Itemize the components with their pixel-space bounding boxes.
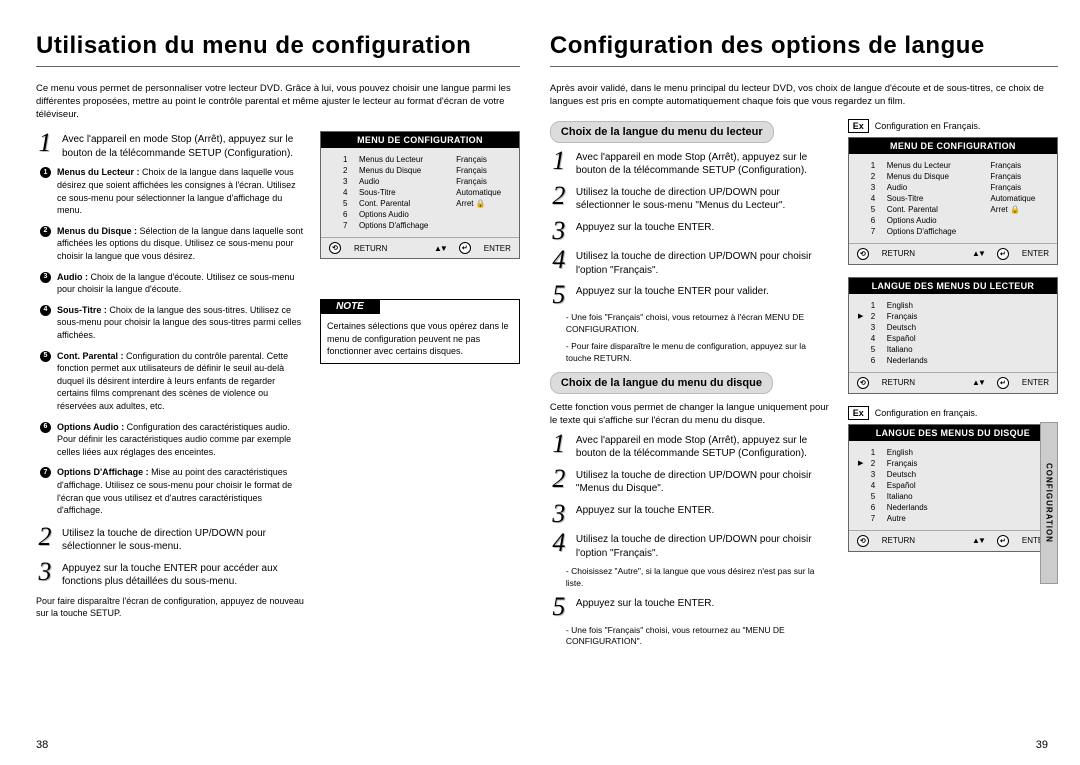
example-label-2: ExConfiguration en français. [848, 406, 1058, 420]
bullet-icon: 7 [40, 467, 51, 478]
selection-marker-icon: ▶ [857, 312, 865, 320]
osd-row: 2Menus du DisqueFrançais [857, 171, 1049, 182]
bullet-icon: 4 [40, 305, 51, 316]
step-number: 3 [36, 560, 54, 589]
selection-marker-icon: ▶ [857, 459, 865, 467]
osd-row: 6Options Audio [857, 215, 1049, 226]
osd-row: 3AudioFrançais [329, 176, 511, 187]
bullet-icon: 5 [40, 351, 51, 362]
right-box-col: ExConfiguration en Français. MENU DE CON… [848, 119, 1058, 654]
osd-row: 3AudioFrançais [857, 182, 1049, 193]
rule [550, 66, 1058, 67]
right-intro: Après avoir validé, dans le menu princip… [550, 83, 1058, 109]
enter-icon: ↵ [997, 535, 1009, 547]
left-footnote: Pour faire disparaître l'écran de config… [36, 595, 306, 619]
step-text: Utilisez la touche de direction UP/DOWN … [62, 525, 306, 554]
osd-config-menu-r: MENU DE CONFIGURATION 1Menus du LecteurF… [848, 137, 1058, 265]
osd-row: 4Español [857, 333, 1049, 344]
right-body: Choix de la langue du menu du lecteur 1A… [550, 119, 1058, 654]
osd-row: ▶2Français [857, 458, 1049, 469]
updown-icon: ▲▼ [972, 536, 984, 545]
return-icon: ⟲ [857, 535, 869, 547]
osd-row: 4Sous-TitreAutomatique [857, 193, 1049, 204]
page: Utilisation du menu de configuration Ce … [0, 0, 1080, 765]
right-text-col: Choix de la langue du menu du lecteur 1A… [550, 119, 834, 654]
osd-row: 1English [857, 447, 1049, 458]
page-number-left: 38 [36, 739, 48, 751]
bullet-icon: 2 [40, 226, 51, 237]
right-page: Configuration des options de langue Aprè… [550, 32, 1058, 745]
sub-note: - Une fois "Français" choisi, vous retou… [566, 312, 834, 335]
section-pill-disc: Choix de la langue du menu du disque [550, 372, 773, 394]
enter-icon: ↵ [997, 377, 1009, 389]
osd-disc-lang: LANGUE DES MENUS DU DISQUE 1English▶2Fra… [848, 424, 1058, 552]
osd-row: 7Options D'affichage [329, 220, 511, 231]
page-number-right: 39 [1036, 739, 1048, 751]
sub-note: - Une fois "Français" choisi, vous retou… [566, 625, 834, 648]
enter-icon: ↵ [997, 248, 1009, 260]
note-heading: NOTE [320, 299, 380, 314]
example-label-1: ExConfiguration en Français. [848, 119, 1058, 133]
ex-badge: Ex [848, 406, 869, 420]
sub-note: - Choisissez "Autre", si la langue que v… [566, 566, 834, 589]
updown-icon: ▲▼ [972, 249, 984, 258]
osd-player-lang: LANGUE DES MENUS DU LECTEUR 1English▶2Fr… [848, 277, 1058, 394]
bullet-icon: 6 [40, 422, 51, 433]
osd-row: 7Options D'affichage [857, 226, 1049, 237]
osd-row: 6Nederlands [857, 502, 1049, 513]
step-number: 1 [36, 131, 54, 160]
sub-note: - Pour faire disparaître le menu de conf… [566, 341, 834, 364]
step-2: 2 Utilisez la touche de direction UP/DOW… [36, 525, 306, 554]
bullet-icon: 1 [40, 167, 51, 178]
osd-row: 5Italiano [857, 344, 1049, 355]
osd-row: 3Deutsch [857, 469, 1049, 480]
osd-row: 4Español [857, 480, 1049, 491]
osd-footer: ⟲RETURN ▲▼ ↵ENTER [321, 237, 519, 258]
option-bullets: 1Menus du Lecteur : Choix de la langue d… [40, 166, 306, 516]
step-text: Appuyez sur la touche ENTER pour accéder… [62, 560, 306, 589]
return-icon: ⟲ [329, 242, 341, 254]
right-title: Configuration des options de langue [550, 32, 1058, 60]
left-text-col: 1 Avec l'appareil en mode Stop (Arrêt), … [36, 131, 306, 619]
updown-icon: ▲▼ [972, 378, 984, 387]
osd-row: 5Cont. ParentalArret 🔒 [329, 198, 511, 209]
return-icon: ⟲ [857, 248, 869, 260]
step-3: 3 Appuyez sur la touche ENTER pour accéd… [36, 560, 306, 589]
osd-row: ▶2Français [857, 311, 1049, 322]
osd-row: 1Menus du LecteurFrançais [857, 160, 1049, 171]
osd-row: 3Deutsch [857, 322, 1049, 333]
left-page: Utilisation du menu de configuration Ce … [36, 32, 520, 745]
side-tab-configuration: CONFIGURATION [1040, 422, 1058, 584]
osd-row: 2Menus du DisqueFrançais [329, 165, 511, 176]
note-box: NOTE Certaines sélections que vous opére… [320, 299, 520, 363]
disc-intro: Cette fonction vous permet de changer la… [550, 402, 834, 428]
ex-badge: Ex [848, 119, 869, 133]
step-text: Avec l'appareil en mode Stop (Arrêt), ap… [62, 131, 306, 160]
osd-row: 5Italiano [857, 491, 1049, 502]
return-icon: ⟲ [857, 377, 869, 389]
updown-icon: ▲▼ [434, 244, 446, 253]
bullet-icon: 3 [40, 272, 51, 283]
left-body: 1 Avec l'appareil en mode Stop (Arrêt), … [36, 131, 520, 619]
osd-row: 7Autre [857, 513, 1049, 524]
step-number: 2 [36, 525, 54, 554]
rule [36, 66, 520, 67]
osd-row: 1Menus du LecteurFrançais [329, 154, 511, 165]
left-title: Utilisation du menu de configuration [36, 32, 520, 60]
osd-row: 5Cont. ParentalArret 🔒 [857, 204, 1049, 215]
left-intro: Ce menu vous permet de personnaliser vot… [36, 83, 520, 121]
section-pill-player: Choix de la langue du menu du lecteur [550, 121, 774, 143]
osd-row: 6Options Audio [329, 209, 511, 220]
step-1: 1 Avec l'appareil en mode Stop (Arrêt), … [36, 131, 306, 160]
osd-title: MENU DE CONFIGURATION [321, 132, 519, 148]
note-body: Certaines sélections que vous opérez dan… [321, 314, 519, 362]
osd-row: 6Nederlands [857, 355, 1049, 366]
osd-row: 4Sous-TitreAutomatique [329, 187, 511, 198]
enter-icon: ↵ [459, 242, 471, 254]
osd-body: 1Menus du LecteurFrançais2Menus du Disqu… [321, 148, 519, 237]
left-box-col: MENU DE CONFIGURATION 1Menus du LecteurF… [320, 131, 520, 619]
osd-row: 1English [857, 300, 1049, 311]
osd-config-menu: MENU DE CONFIGURATION 1Menus du LecteurF… [320, 131, 520, 259]
